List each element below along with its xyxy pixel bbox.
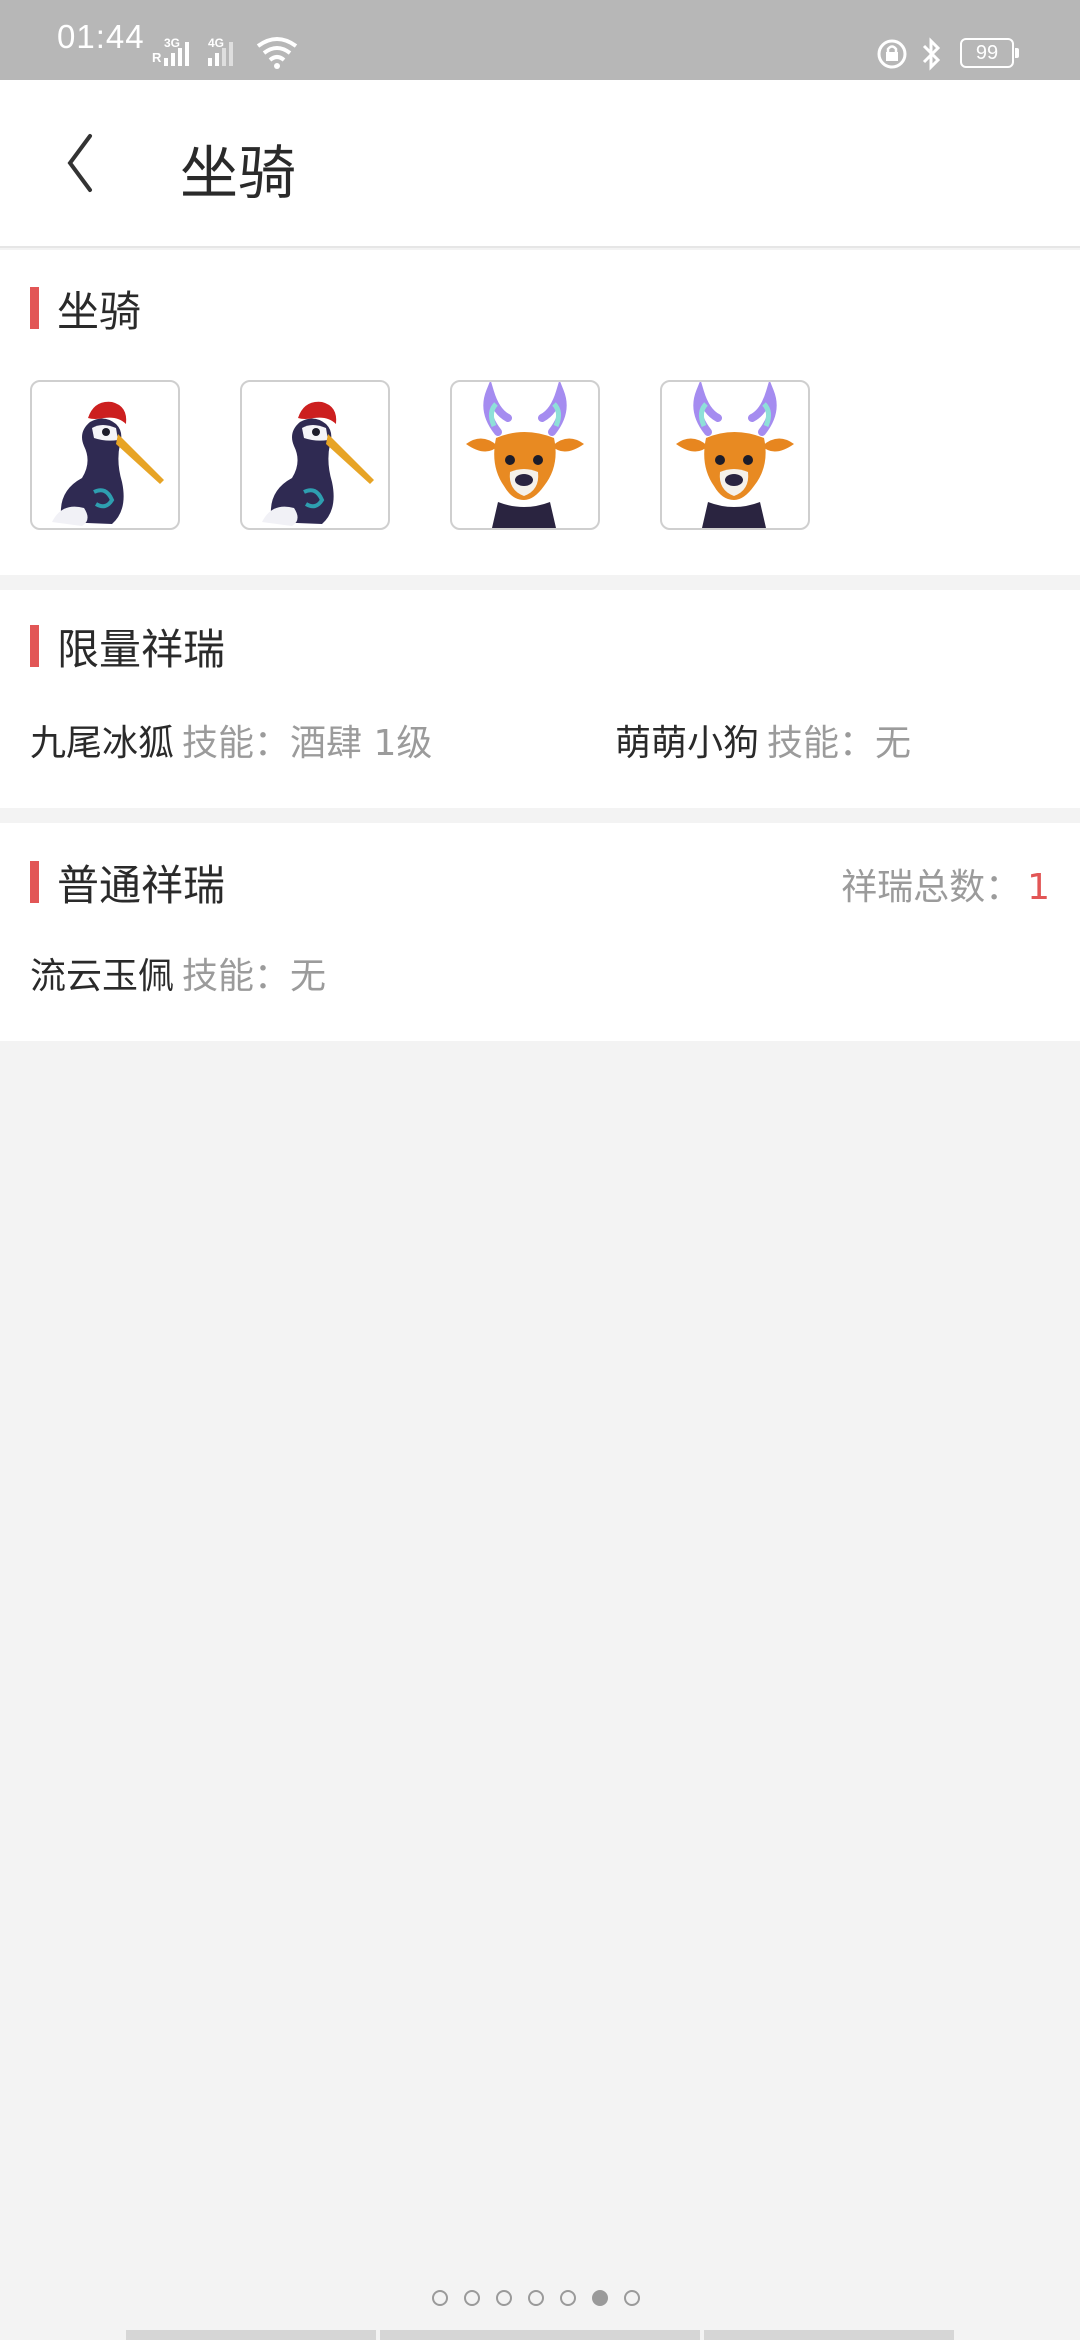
mounts-section-title: 坐骑 [57, 286, 142, 336]
mounts-section: 坐骑 [0, 250, 1080, 575]
entry-name: 萌萌小狗 [615, 723, 760, 764]
entry-skill-label: 技能： [767, 723, 876, 764]
battery-level: 99 [975, 42, 999, 64]
entry-skill-value: 无 [875, 723, 912, 764]
mount-item[interactable] [450, 380, 600, 530]
limited-entry: 九尾冰狐 技能：酒肆 1级 [30, 714, 432, 766]
mount-item[interactable] [660, 380, 810, 530]
bluetooth-icon [922, 37, 941, 71]
page-dot[interactable] [528, 2290, 544, 2306]
bottom-tab-bar[interactable] [704, 2330, 954, 2340]
limited-section-header: 限量祥瑞 [30, 624, 225, 674]
signal-icon [164, 42, 189, 66]
entry-name: 九尾冰狐 [30, 723, 175, 764]
crane-mount-icon [262, 401, 374, 526]
mount-item[interactable] [240, 380, 390, 530]
section-accent-bar [30, 625, 39, 667]
page-indicator [432, 2290, 640, 2306]
lock-rotation-icon [877, 39, 907, 69]
mounts-section-header: 坐骑 [30, 286, 141, 336]
status-time: 01:44 [57, 18, 145, 55]
app-header: 坐骑 [0, 80, 1080, 248]
crane-mount-icon [52, 401, 164, 526]
total-value: 1 [1027, 867, 1050, 908]
entry-skill-label: 技能： [182, 956, 291, 997]
page-dot[interactable] [496, 2290, 512, 2306]
page-dot[interactable] [560, 2290, 576, 2306]
page-dot[interactable] [432, 2290, 448, 2306]
total-label: 祥瑞总数： [841, 867, 1022, 908]
page-dot[interactable] [624, 2290, 640, 2306]
page-title: 坐骑 [180, 139, 297, 207]
mount-item[interactable] [30, 380, 180, 530]
auspicious-total: 祥瑞总数： 1 [841, 858, 1050, 910]
battery-icon: 99 [960, 38, 1019, 68]
signal-icon-2 [208, 42, 233, 66]
page-dot-active[interactable] [592, 2290, 608, 2306]
entry-skill-label: 技能： [182, 723, 291, 764]
status-bar: 01:44 R 3G 4G 99 [0, 0, 1080, 80]
section-accent-bar [30, 861, 39, 903]
bottom-tab-strip [126, 2330, 954, 2340]
wifi-icon [256, 37, 298, 69]
limited-entry: 萌萌小狗 技能：无 [615, 714, 911, 766]
bottom-tab-bar[interactable] [380, 2330, 700, 2340]
entry-name: 流云玉佩 [30, 956, 175, 997]
deer-mount-icon [676, 382, 794, 528]
mount-list [30, 380, 810, 530]
limited-auspicious-section: 限量祥瑞 九尾冰狐 技能：酒肆 1级 萌萌小狗 技能：无 [0, 590, 1080, 808]
deer-mount-icon [466, 382, 584, 528]
network-r-label: R [152, 50, 162, 65]
entry-skill-value: 酒肆 1级 [290, 723, 433, 764]
chevron-left-icon[interactable] [50, 118, 120, 208]
normal-section-header: 普通祥瑞 [30, 860, 225, 910]
page-dot[interactable] [464, 2290, 480, 2306]
entry-skill-value: 无 [290, 956, 327, 997]
normal-auspicious-section: 普通祥瑞 祥瑞总数： 1 流云玉佩 技能：无 [0, 823, 1080, 1041]
bottom-tab-bar[interactable] [126, 2330, 376, 2340]
normal-entry: 流云玉佩 技能：无 [30, 947, 326, 999]
normal-section-title: 普通祥瑞 [57, 860, 226, 910]
section-accent-bar [30, 287, 39, 329]
limited-section-title: 限量祥瑞 [57, 624, 226, 674]
